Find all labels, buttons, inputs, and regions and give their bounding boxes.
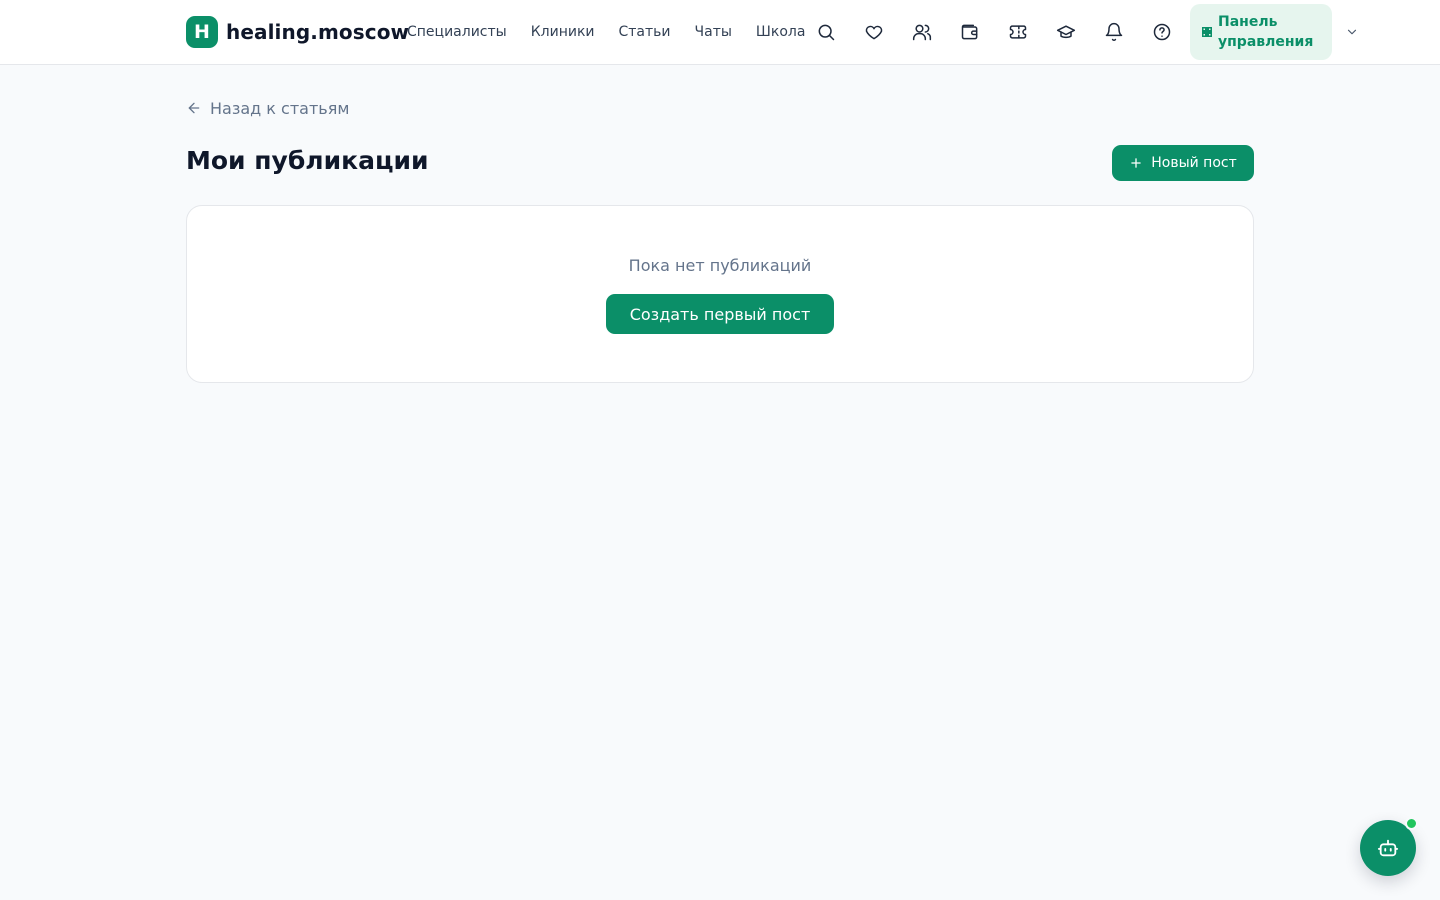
tickets-button[interactable]: [1000, 14, 1036, 50]
back-link-label: Назад к статьям: [210, 98, 350, 118]
notifications-button[interactable]: [1096, 14, 1132, 50]
bot-icon: [1377, 839, 1399, 857]
nav-item-specialists[interactable]: Специалисты: [407, 24, 507, 40]
graduation-cap-icon: [1056, 25, 1076, 39]
publications-card: Пока нет публикаций Создать первый пост: [186, 205, 1254, 383]
logo-text: healing.moscow: [226, 20, 410, 44]
ticket-icon: [1009, 25, 1027, 39]
top-header: H healing.moscow Специалисты Клиники Ста…: [0, 0, 1440, 65]
nav-item-articles[interactable]: Статьи: [619, 24, 671, 40]
create-first-post-button[interactable]: Создать первый пост: [606, 294, 834, 334]
users-button[interactable]: [904, 14, 940, 50]
logo-mark: H: [186, 16, 218, 48]
wallet-icon: [961, 24, 978, 40]
nav-item-clinics[interactable]: Клиники: [531, 24, 595, 40]
chevron-down-icon: [1347, 29, 1357, 35]
back-to-articles-link[interactable]: Назад к статьям: [186, 98, 349, 118]
search-icon: [818, 24, 835, 41]
site-logo[interactable]: H healing.moscow: [186, 16, 409, 48]
bell-icon: [1105, 22, 1123, 42]
dashboard-label: Панель управления: [1218, 14, 1314, 50]
new-post-label: Новый пост: [1151, 155, 1237, 171]
nav-item-chats[interactable]: Чаты: [695, 24, 732, 40]
user-menu-toggle[interactable]: [1342, 22, 1362, 42]
help-button[interactable]: [1144, 14, 1180, 50]
new-post-button[interactable]: Новый пост: [1112, 145, 1254, 181]
grid-icon: [1202, 27, 1212, 37]
header-icon-bar: [808, 14, 1180, 50]
online-status-dot: [1405, 817, 1418, 830]
nav-item-school[interactable]: Школа: [756, 24, 806, 40]
school-button[interactable]: [1048, 14, 1084, 50]
empty-state-text: Пока нет публикаций: [628, 256, 812, 275]
page-title: Мои публикации: [186, 146, 429, 175]
search-button[interactable]: [808, 14, 844, 50]
heart-icon: [865, 25, 883, 40]
users-icon: [912, 24, 932, 41]
favorites-button[interactable]: [856, 14, 892, 50]
help-circle-icon: [1153, 23, 1171, 41]
wallet-button[interactable]: [952, 14, 988, 50]
plus-icon: [1131, 158, 1141, 168]
main-nav: Специалисты Клиники Статьи Чаты Школа: [407, 22, 805, 42]
arrow-left-icon: [188, 102, 200, 114]
dashboard-button[interactable]: Панель управления: [1190, 4, 1332, 60]
